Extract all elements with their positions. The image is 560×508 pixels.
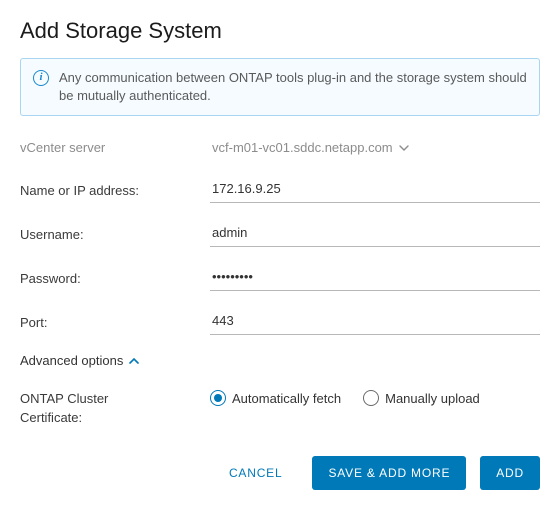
advanced-options-label: Advanced options — [20, 353, 123, 368]
radio-selected-icon — [210, 390, 226, 406]
cancel-button[interactable]: CANCEL — [213, 456, 298, 490]
info-message: Any communication between ONTAP tools pl… — [59, 69, 527, 105]
username-row: Username: — [20, 221, 540, 247]
username-input[interactable] — [210, 221, 540, 247]
info-banner: i Any communication between ONTAP tools … — [20, 58, 540, 116]
password-row: Password: — [20, 265, 540, 291]
radio-manual-label: Manually upload — [385, 391, 480, 406]
radio-manual-upload[interactable]: Manually upload — [363, 390, 480, 406]
name-ip-label: Name or IP address: — [20, 183, 210, 198]
password-label: Password: — [20, 271, 210, 286]
port-row: Port: — [20, 309, 540, 335]
radio-auto-label: Automatically fetch — [232, 391, 341, 406]
certificate-row: ONTAP Cluster Certificate: Automatically… — [20, 390, 540, 426]
vcenter-selected-value: vcf-m01-vc01.sddc.netapp.com — [212, 140, 393, 155]
radio-auto-fetch[interactable]: Automatically fetch — [210, 390, 341, 406]
username-label: Username: — [20, 227, 210, 242]
dialog-title: Add Storage System — [20, 18, 540, 44]
vcenter-label: vCenter server — [20, 140, 210, 155]
vcenter-select[interactable]: vcf-m01-vc01.sddc.netapp.com — [210, 136, 540, 159]
advanced-options-toggle[interactable]: Advanced options — [20, 353, 139, 368]
chevron-down-icon — [399, 145, 409, 151]
chevron-up-icon — [129, 358, 139, 364]
name-ip-input[interactable] — [210, 177, 540, 203]
certificate-label: ONTAP Cluster Certificate: — [20, 390, 210, 426]
certificate-radio-group: Automatically fetch Manually upload — [210, 390, 540, 406]
port-input[interactable] — [210, 309, 540, 335]
name-ip-row: Name or IP address: — [20, 177, 540, 203]
add-button[interactable]: ADD — [480, 456, 540, 490]
vcenter-row: vCenter server vcf-m01-vc01.sddc.netapp.… — [20, 136, 540, 159]
radio-unselected-icon — [363, 390, 379, 406]
info-icon: i — [33, 70, 49, 86]
save-add-more-button[interactable]: SAVE & ADD MORE — [312, 456, 466, 490]
password-input[interactable] — [210, 265, 540, 291]
dialog-footer: CANCEL SAVE & ADD MORE ADD — [213, 456, 540, 490]
port-label: Port: — [20, 315, 210, 330]
